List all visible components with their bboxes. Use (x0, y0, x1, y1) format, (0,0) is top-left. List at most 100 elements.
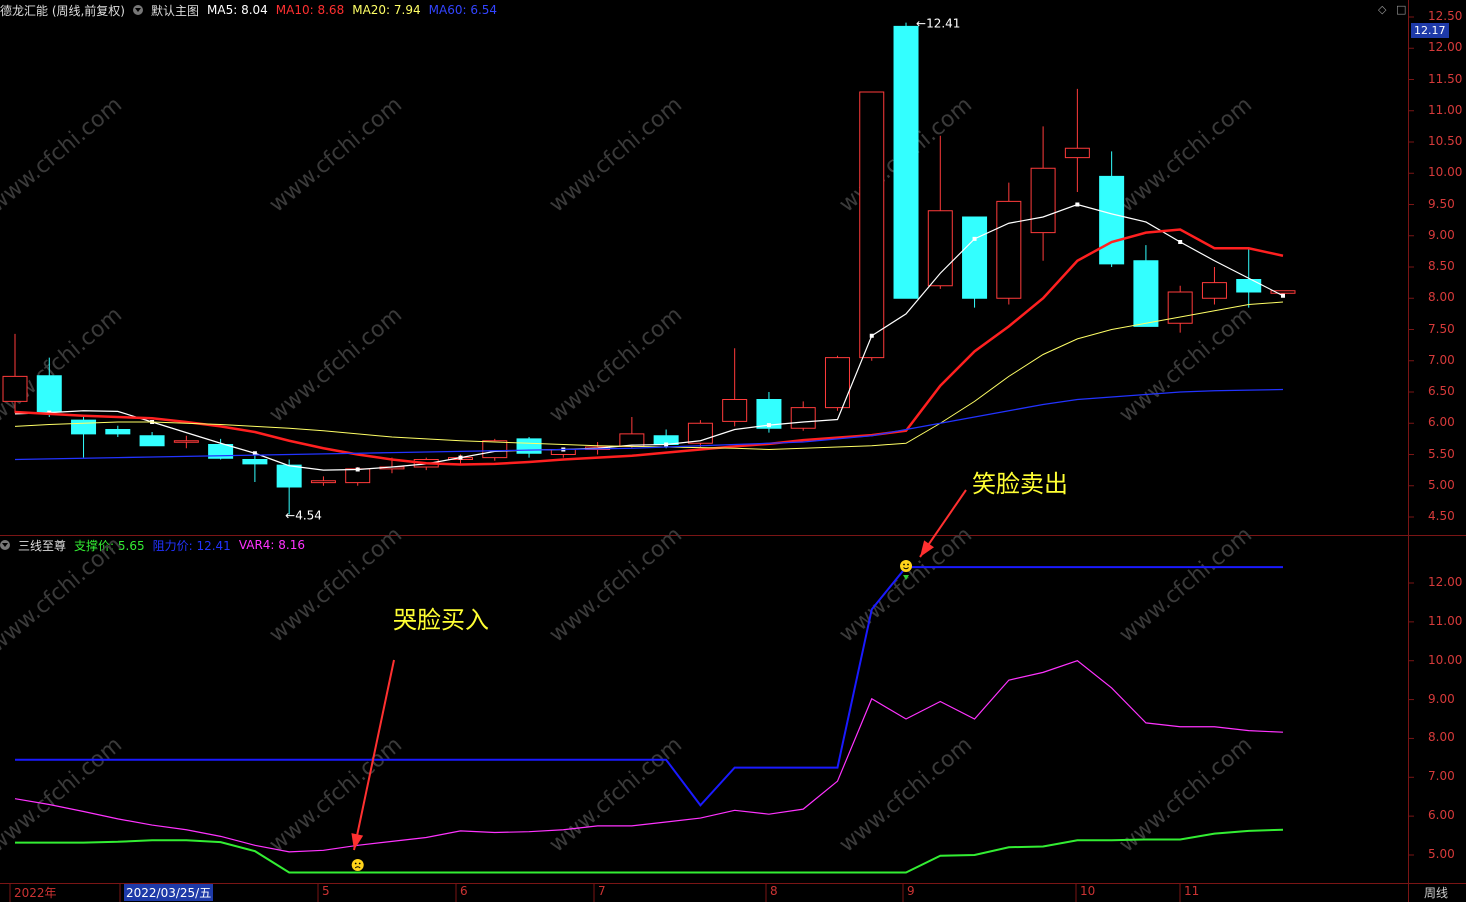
watermark-text: www.cfchi.com (0, 302, 127, 427)
ma5-marker (355, 467, 360, 472)
candle-body (310, 480, 336, 484)
candle (2, 333, 28, 414)
ma5-marker (869, 333, 874, 338)
face-circle (900, 560, 913, 572)
face-eye (903, 563, 905, 566)
watermark-text: www.cfchi.com (545, 92, 687, 217)
candle (1201, 267, 1227, 305)
line-support (15, 828, 1284, 874)
candle (242, 454, 268, 482)
candle-body (276, 464, 302, 488)
buy-annotation: 哭脸买入 (393, 606, 489, 634)
ma5-marker (1280, 293, 1285, 298)
x-tick-label: 2022年 (14, 886, 57, 900)
ma5-marker (458, 455, 463, 460)
smiley-face-icon (900, 560, 913, 572)
candle-body (516, 438, 542, 454)
x-tick-label: 10 (1080, 884, 1096, 898)
watermark-text: www.cfchi.com (1115, 92, 1257, 217)
candle-body (2, 375, 28, 402)
watermark-text: www.cfchi.com (545, 732, 687, 857)
x-tick-label: 11 (1184, 884, 1200, 898)
sub-indicator-plot (14, 560, 1284, 874)
main-price-plot: ←12.41 ←4.54 (2, 17, 1296, 523)
watermark-text: www.cfchi.com (265, 522, 407, 647)
y-tick-label: 8.00 (1428, 290, 1455, 305)
ma5-marker (972, 236, 977, 241)
candle (927, 135, 953, 289)
face-circle (351, 859, 364, 871)
y-tick-label: 5.50 (1428, 446, 1455, 461)
candle (1030, 126, 1056, 261)
watermark-text: www.cfchi.com (0, 732, 127, 857)
face-eye (358, 862, 361, 865)
watermark-text: www.cfchi.com (545, 522, 687, 647)
candle-body (927, 210, 953, 287)
face-eye (907, 563, 909, 566)
candle (962, 216, 988, 308)
sad-face-icon (351, 859, 364, 871)
watermark-text: www.cfchi.com (265, 92, 407, 217)
candle (1064, 88, 1090, 192)
candle-body (1064, 147, 1090, 159)
candle (859, 91, 885, 361)
candle (139, 432, 165, 447)
y-tick-label: 10.50 (1428, 134, 1463, 148)
candle-body (139, 435, 165, 447)
candle-body (105, 429, 131, 435)
candle (276, 459, 302, 515)
y-tick-label: 11.00 (1428, 102, 1463, 117)
low-price-label: ←4.54 (285, 509, 322, 523)
candle (310, 476, 336, 486)
y-tick-label: 7.50 (1428, 321, 1455, 336)
watermark-text: www.cfchi.com (545, 302, 687, 427)
candle-body (1099, 175, 1125, 265)
y-tick-label: 8.00 (1428, 730, 1455, 745)
y-tick-label: 12.00 (1428, 575, 1463, 589)
y-tick-label: 6.00 (1428, 415, 1455, 430)
candle-body (1133, 260, 1159, 327)
y-tick-label: 11.50 (1428, 71, 1463, 86)
watermark-text: www.cfchi.com (1115, 522, 1257, 647)
y-tick-label: 9.50 (1428, 196, 1455, 211)
high-price-label: ←12.41 (916, 17, 960, 31)
y-tick-label: 10.00 (1428, 652, 1463, 667)
candle (996, 182, 1022, 305)
candle-body (71, 419, 97, 435)
watermark-text: www.cfchi.com (835, 522, 977, 647)
candle-body (996, 200, 1022, 299)
watermark-text: www.cfchi.com (265, 302, 407, 427)
candle-body (859, 91, 885, 359)
y-tick-label: 7.00 (1428, 769, 1455, 784)
watermark-text: www.cfchi.com (0, 92, 127, 217)
candle (105, 425, 131, 437)
x-tick-label: 6 (460, 884, 468, 898)
y-tick-label: 6.00 (1428, 808, 1455, 823)
candle-body (482, 440, 508, 459)
ma5-marker (664, 442, 669, 447)
candle (71, 415, 97, 458)
y-tick-label: 10.00 (1428, 165, 1463, 180)
sell-annotation: 笑脸卖出 (972, 470, 1068, 498)
candle (722, 348, 748, 427)
y-tick-label: 9.00 (1428, 691, 1455, 706)
candle (893, 22, 919, 299)
candle (1133, 245, 1159, 327)
x-tick-label: 7 (598, 884, 606, 898)
ma5-marker (1178, 240, 1183, 244)
candle (1167, 285, 1193, 333)
candle-body (1030, 167, 1056, 234)
candle-body (173, 440, 199, 443)
candle (790, 401, 816, 431)
x-tick-label: 2022/03/25/五 (124, 884, 214, 901)
candle-body (790, 407, 816, 429)
candle (619, 417, 645, 449)
x-tick-label: 5 (322, 884, 330, 898)
candle-body (1236, 279, 1262, 293)
candle-body (36, 375, 62, 413)
y-tick-label: 6.50 (1428, 384, 1455, 398)
candle-body (893, 25, 919, 299)
stock-chart[interactable]: www.cfchi.com www.cfchi.com www.cfchi.com w… (0, 0, 1466, 902)
face-eye (354, 862, 357, 865)
period-label[interactable]: 周线 (1424, 884, 1448, 901)
